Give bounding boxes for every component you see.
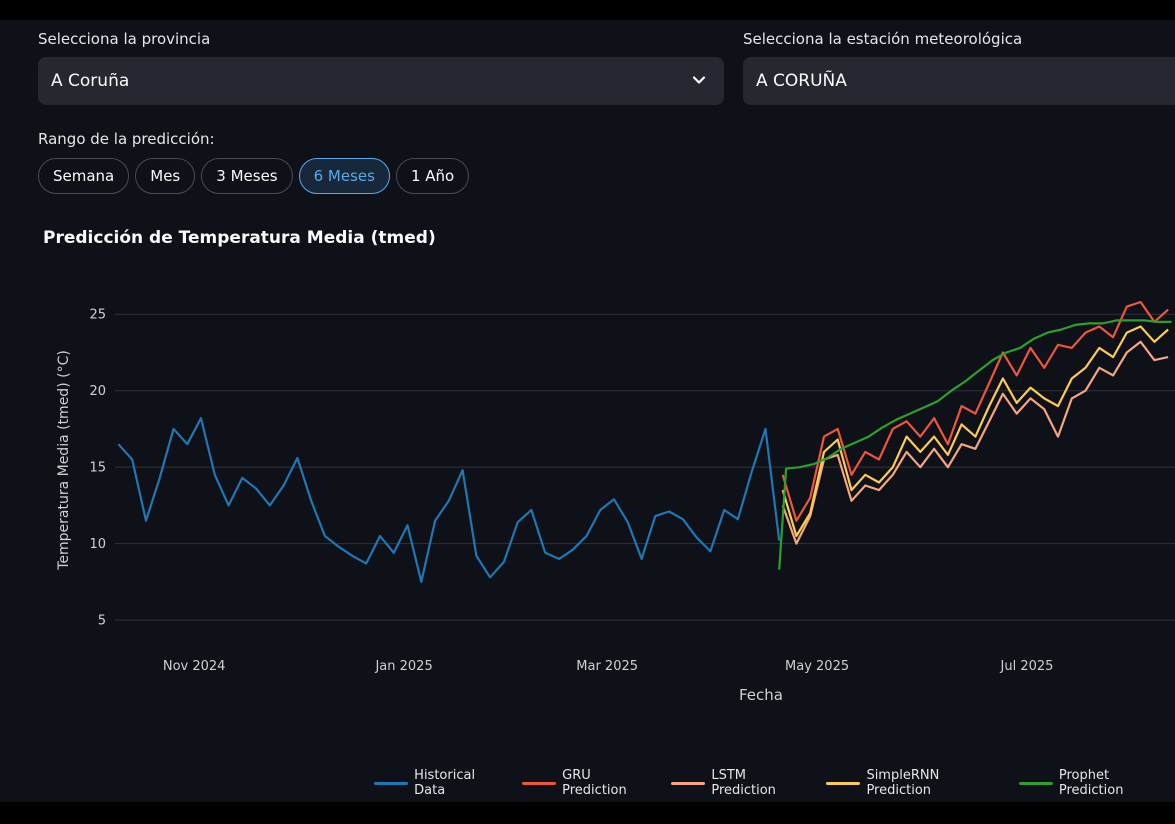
series-line-gru-prediction[interactable]	[781, 300, 1169, 522]
y-axis-label: Temperatura Media (tmed) (°C)	[56, 350, 72, 571]
legend-item-historical[interactable]: Historical Data	[374, 768, 508, 798]
y-tick-label: 15	[89, 461, 106, 476]
legend-swatch	[826, 781, 861, 785]
tick-layer: 5 10 15 20 25 Nov 2024 Jan 2025 Mar 2025 May 202…	[89, 308, 1053, 674]
chart-legend: Historical Data GRU Prediction LSTM Pred…	[374, 768, 1175, 798]
legend-swatch	[521, 781, 557, 785]
legend-swatch	[1018, 781, 1053, 785]
x-tick-label: Jan 2025	[374, 659, 432, 674]
legend-item-lstm[interactable]: LSTM Prediction	[671, 768, 812, 798]
series-line-historical-data[interactable]	[117, 417, 781, 584]
y-tick-label: 20	[89, 384, 106, 399]
x-tick-label: Nov 2024	[163, 659, 226, 674]
app-container: Selecciona la provincia A Coruña Selecci…	[0, 20, 1175, 802]
y-tick-label: 5	[98, 614, 106, 629]
legend-swatch	[374, 781, 409, 785]
series-layer	[117, 300, 1172, 584]
x-tick-label: Mar 2025	[576, 659, 638, 674]
legend-label: LSTM Prediction	[711, 768, 776, 798]
grid-layer	[115, 313, 1175, 621]
temperature-chart[interactable]: 5 10 15 20 25 Nov 2024 Jan 2025 Mar 2025 May 202…	[0, 20, 1175, 802]
y-tick-label: 25	[89, 308, 106, 323]
series-line-simplernn-prediction[interactable]	[781, 325, 1169, 538]
x-tick-label: May 2025	[785, 659, 849, 674]
y-tick-label: 10	[89, 537, 106, 552]
legend-item-gru[interactable]: GRU Prediction	[521, 768, 657, 798]
x-axis-label: Fecha	[739, 686, 783, 704]
legend-label: GRU Prediction	[562, 768, 627, 798]
legend-swatch	[671, 781, 706, 785]
x-tick-label: Jul 2025	[1000, 659, 1054, 674]
legend-item-prophet[interactable]: Prophet Prediction	[1018, 768, 1175, 798]
legend-label: Historical Data	[414, 768, 476, 798]
legend-label: Prophet Prediction	[1058, 768, 1124, 798]
legend-label: SimpleRNN Prediction	[866, 768, 940, 798]
legend-item-simplernn[interactable]: SimpleRNN Prediction	[826, 768, 1004, 798]
